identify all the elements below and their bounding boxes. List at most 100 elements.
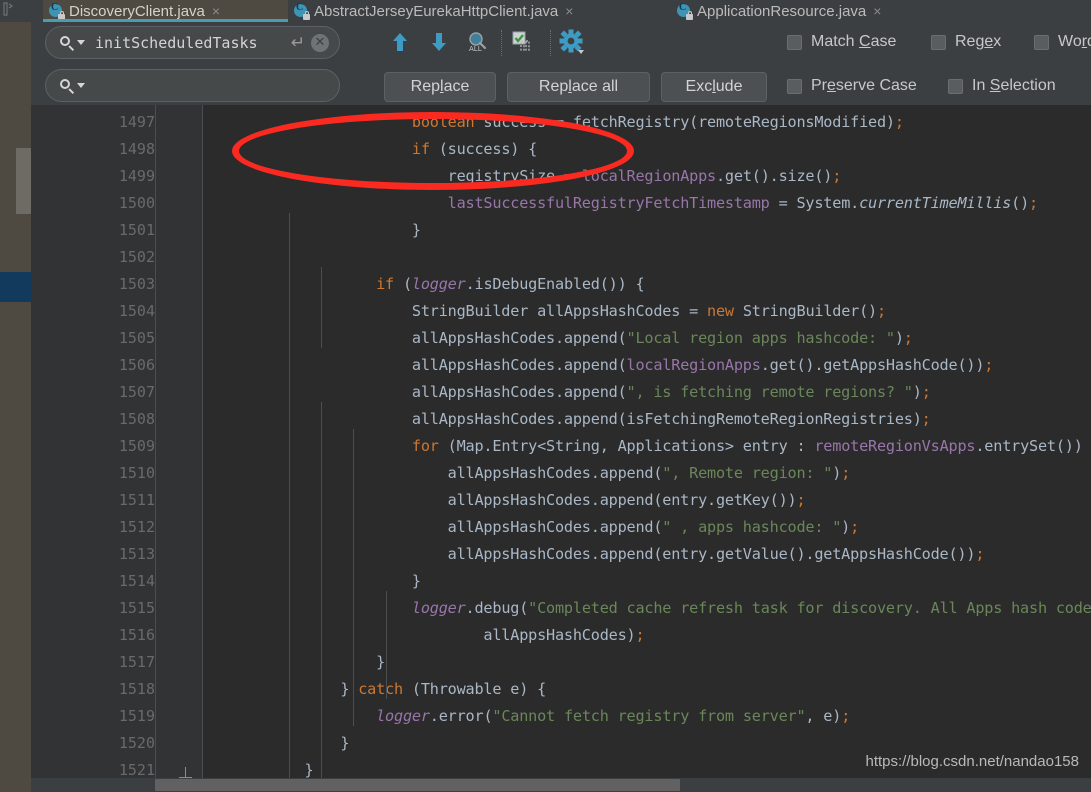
code-editor[interactable]: 14961497 boolean success = fetchRegistry…	[31, 105, 1091, 792]
line-number-value: 1516	[118, 626, 155, 644]
checkbox-box[interactable]	[931, 34, 946, 50]
svg-text:ALL: ALL	[469, 45, 482, 53]
line-number: 1496	[31, 105, 155, 113]
checkbox-box[interactable]	[948, 78, 963, 94]
select-all-occurrences-icon[interactable]	[511, 30, 537, 59]
toolbar-divider	[501, 30, 502, 56]
line-number: 1505	[31, 329, 155, 356]
line-number-value: 1504	[118, 302, 155, 320]
line-number-value: 1513	[118, 545, 155, 563]
find-next-icon[interactable]	[428, 30, 450, 54]
tab-label: ApplicationResource.java	[697, 2, 867, 20]
code-line[interactable]: }	[233, 653, 385, 671]
line-number: 1499	[31, 167, 155, 194]
toolbar-divider	[550, 30, 551, 56]
gutter-divider	[155, 105, 156, 792]
regex-checkbox[interactable]: Regex	[931, 33, 1001, 51]
line-number: 1501	[31, 221, 155, 248]
line-number: 1500	[31, 194, 155, 221]
code-line[interactable]: allAppsHashCodes.append(localRegionApps.…	[233, 356, 994, 374]
editor-tab-applicationresource[interactable]: ApplicationResource.java ×	[671, 0, 944, 22]
line-number-value: 1498	[118, 140, 155, 158]
code-line[interactable]: boolean success = fetchRegistry(remoteRe…	[233, 113, 904, 131]
search-icon	[60, 35, 74, 50]
code-line[interactable]: lastSuccessfulRegistryFetchTimestamp = S…	[233, 194, 1039, 212]
clear-search-icon[interactable]: ✕	[311, 33, 329, 52]
code-line[interactable]: allAppsHashCodes.append("Local region ap…	[233, 329, 913, 347]
enter-icon[interactable]: ↵	[291, 34, 305, 51]
indent-guide	[289, 213, 290, 788]
close-icon[interactable]: ×	[212, 4, 220, 18]
line-number-value: 1520	[118, 734, 155, 752]
code-line[interactable]: allAppsHashCodes.append(isFetchingRemote…	[233, 410, 931, 428]
line-number: 1520	[31, 734, 155, 761]
code-line[interactable]: }	[233, 734, 349, 752]
find-all-icon[interactable]: ALL	[465, 30, 489, 59]
match-case-checkbox[interactable]: Match Case	[787, 33, 896, 51]
code-line[interactable]: allAppsHashCodes.append(entry.getKey());	[233, 491, 806, 509]
line-number: 1506	[31, 356, 155, 383]
line-number: 1504	[31, 302, 155, 329]
line-number-value: 1508	[118, 410, 155, 428]
checkbox-box[interactable]	[787, 78, 802, 94]
replace-input[interactable]	[45, 69, 340, 102]
code-line[interactable]: logger.error("Cannot fetch registry from…	[233, 707, 850, 725]
structure-panel-icon[interactable]	[2, 2, 16, 16]
editor-tab-discoveryclient[interactable]: DiscoveryClient.java ×	[43, 0, 288, 22]
close-icon[interactable]: ×	[873, 4, 881, 18]
replace-all-button[interactable]: Replace all	[507, 72, 650, 102]
code-folding-gutter[interactable]	[156, 105, 202, 792]
search-input-value: initScheduledTasks	[95, 33, 258, 52]
horizontal-scrollbar[interactable]	[31, 778, 1091, 792]
line-number-value: 1502	[118, 248, 155, 266]
code-line[interactable]: } catch (Throwable e) {	[233, 680, 546, 698]
code-line[interactable]: allAppsHashCodes.append(", Remote region…	[233, 464, 851, 482]
gear-icon[interactable]	[559, 29, 585, 60]
vertical-scrollbar-thumb[interactable]	[16, 148, 31, 214]
checkbox-box[interactable]	[787, 34, 802, 50]
search-icon	[60, 78, 74, 93]
line-number-value: 1521	[118, 761, 155, 779]
code-line[interactable]: allAppsHashCodes);	[233, 626, 644, 644]
code-line[interactable]: registrySize = localRegionApps.get().siz…	[233, 167, 842, 185]
in-selection-checkbox[interactable]: In Selection	[948, 77, 1056, 95]
code-line[interactable]: }	[233, 221, 421, 239]
line-number: 1507	[31, 383, 155, 410]
editor-tab-abstractjerseyeurekahttpclient[interactable]: AbstractJerseyEurekaHttpClient.java ×	[288, 0, 671, 22]
line-number: 1517	[31, 653, 155, 680]
code-line[interactable]: for (Map.Entry<String, Applications> ent…	[233, 437, 1091, 455]
strip-selection-marker	[0, 272, 31, 302]
line-number-value: 1519	[118, 707, 155, 725]
code-line[interactable]: allAppsHashCodes.append(entry.getValue()…	[233, 545, 985, 563]
java-class-locked-icon	[294, 2, 310, 20]
line-number-value: 1510	[118, 464, 155, 482]
line-number: 1508	[31, 410, 155, 437]
code-line[interactable]: if (success) {	[233, 140, 537, 158]
code-line[interactable]: logger.debug("Completed cache refresh ta…	[233, 599, 1091, 617]
code-line[interactable]: StringBuilder allAppsHashCodes = new Str…	[233, 302, 886, 320]
checkbox-box[interactable]	[1034, 34, 1049, 50]
editor-tab-bar: DiscoveryClient.java × AbstractJerseyEur…	[31, 0, 1091, 22]
horizontal-scrollbar-thumb[interactable]	[155, 779, 680, 791]
code-line[interactable]: }	[233, 761, 314, 779]
words-checkbox[interactable]: Words	[1034, 33, 1091, 51]
preserve-case-checkbox[interactable]: Preserve Case	[787, 77, 917, 95]
code-line[interactable]: allAppsHashCodes.append(" , apps hashcod…	[233, 518, 860, 536]
search-input[interactable]: initScheduledTasks ↵ ✕	[45, 26, 340, 59]
line-number: 1510	[31, 464, 155, 491]
find-replace-toolbar: initScheduledTasks ↵ ✕ ALL Replace Repla…	[31, 22, 1091, 105]
line-number-value: 1503	[118, 275, 155, 293]
line-number-value: 1499	[118, 167, 155, 185]
line-number-value: 1497	[118, 113, 155, 131]
chevron-down-icon[interactable]	[77, 83, 85, 88]
code-line[interactable]: if (logger.isDebugEnabled()) {	[233, 275, 645, 293]
exclude-button[interactable]: Exclude	[661, 72, 767, 102]
close-icon[interactable]: ×	[565, 4, 573, 18]
find-previous-icon[interactable]	[389, 30, 411, 54]
replace-button[interactable]: Replace	[384, 72, 496, 102]
code-line[interactable]: }	[233, 572, 421, 590]
code-line[interactable]: allAppsHashCodes.append(", is fetching r…	[233, 383, 931, 401]
chevron-down-icon[interactable]	[77, 40, 85, 45]
line-number: 1518	[31, 680, 155, 707]
line-number-value: 1501	[118, 221, 155, 239]
